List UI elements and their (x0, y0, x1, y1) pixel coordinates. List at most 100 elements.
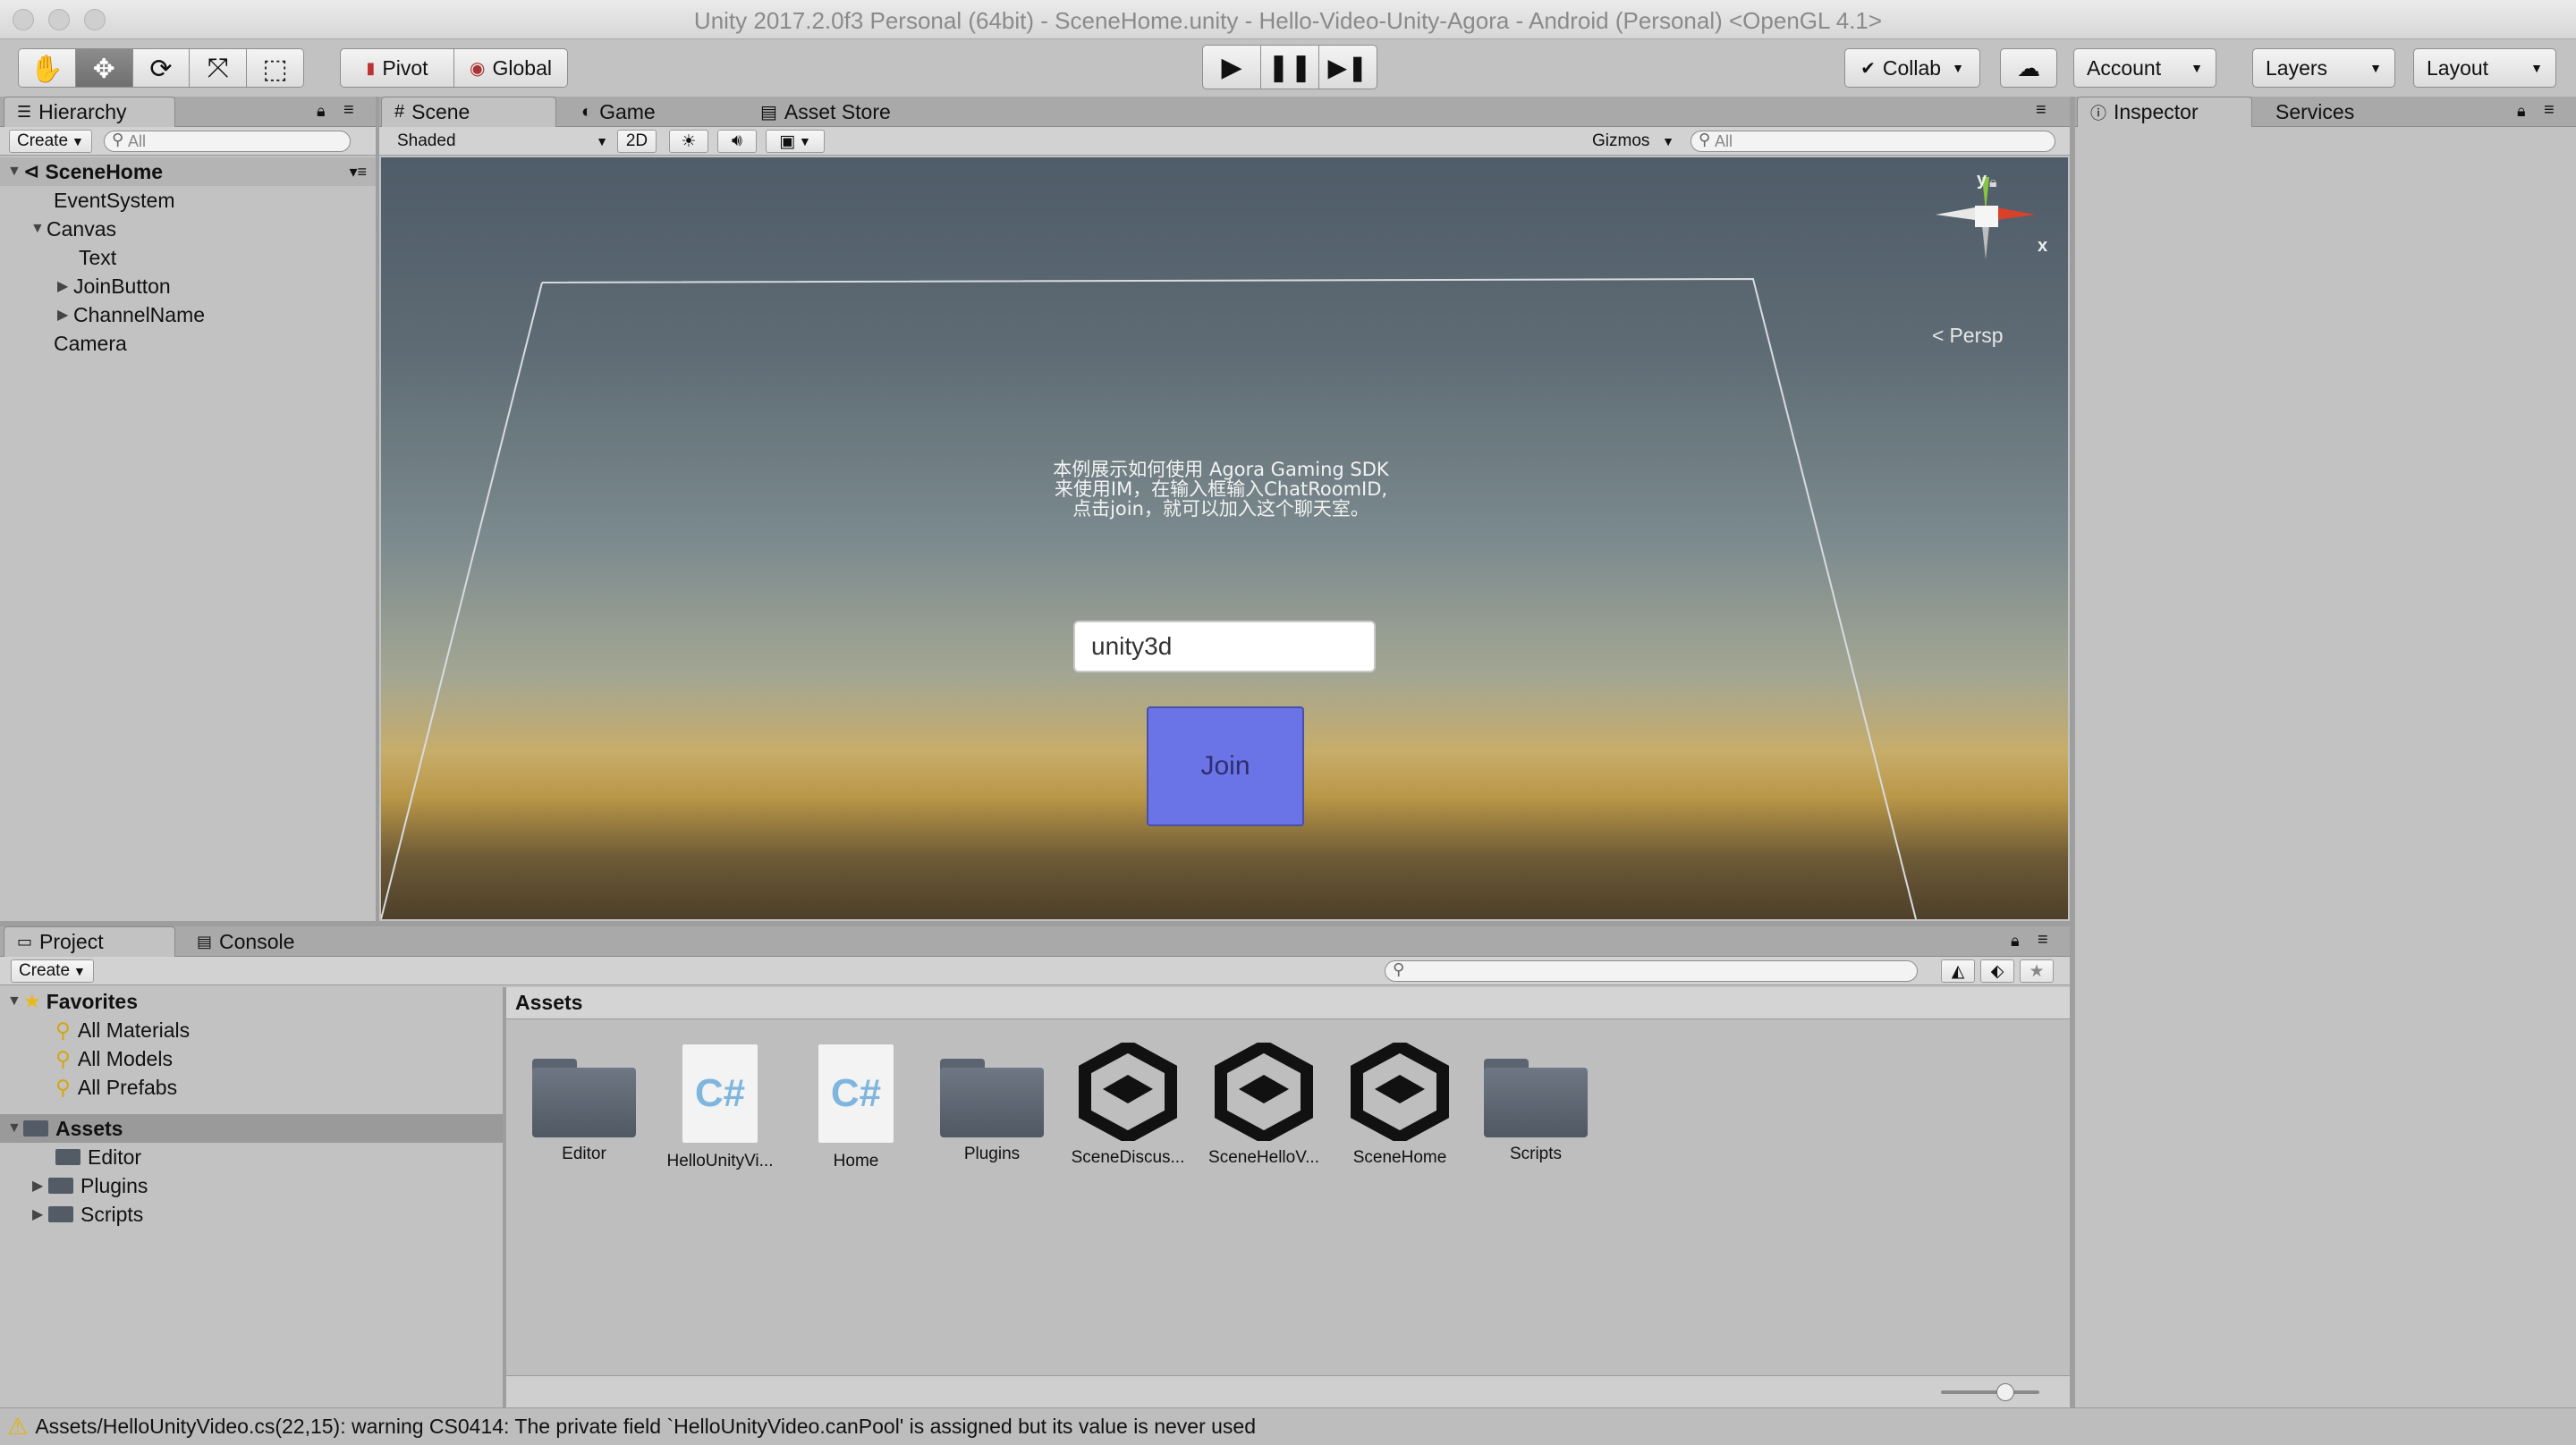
collapse-triangle-icon[interactable]: ▶ (32, 1177, 48, 1195)
checkmark-icon: ✔ (1860, 58, 1876, 79)
scene-effects-dropdown[interactable]: ▣ ▼ (766, 130, 825, 153)
asset-item-scene[interactable]: SceneHelloV... (1197, 1043, 1331, 1177)
panel-menu-icon[interactable]: ≡ (343, 100, 354, 121)
favorite-item[interactable]: ⚲ All Prefabs (0, 1073, 503, 1102)
panel-menu-icon[interactable]: ≡ (2036, 100, 2046, 121)
hierarchy-item[interactable]: ▶ ChannelName (0, 300, 376, 329)
hierarchy-item[interactable]: ▼ Canvas (0, 215, 376, 243)
gizmos-dropdown[interactable]: Gizmos ▼ (1585, 130, 1682, 153)
slider-handle[interactable] (1996, 1383, 2014, 1401)
scale-tool-button[interactable]: ⤧ (190, 49, 248, 87)
grid-icon: # (394, 102, 405, 122)
hand-icon: ✋ (30, 54, 64, 84)
tab-project[interactable]: ▭ Project (4, 926, 175, 957)
lock-icon[interactable]: 🔒︎ (2011, 932, 2020, 951)
hierarchy-search-input[interactable]: All (104, 131, 351, 152)
expand-triangle-icon[interactable]: ▼ (7, 164, 23, 180)
collapse-triangle-icon[interactable]: ▶ (32, 1205, 48, 1223)
asset-breadcrumb[interactable]: Assets (506, 987, 2070, 1019)
inspector-tabbar: ⓘ Inspector Services 🔒︎ ≡ (2075, 97, 2576, 127)
scene-lighting-toggle[interactable]: ☀ (669, 130, 708, 153)
tab-game[interactable]: ◐ Game (569, 97, 730, 127)
projection-toggle[interactable]: < Persp (1932, 324, 2004, 348)
lock-icon[interactable]: 🔒︎ (317, 102, 326, 121)
asset-item-folder[interactable]: Editor (517, 1043, 651, 1177)
favorite-item[interactable]: ⚲ All Materials (0, 1016, 503, 1044)
gizmo-lock-icon[interactable]: 🔒︎ (1989, 175, 1997, 191)
cloud-button[interactable]: ☁ (2000, 48, 2057, 88)
search-by-label-button[interactable]: ⬖ (1980, 959, 2014, 983)
move-tool-button[interactable]: ✥ (75, 49, 133, 87)
collapse-triangle-icon[interactable]: ▶ (57, 277, 73, 295)
hierarchy-item[interactable]: Camera (0, 329, 376, 358)
item-label: Plugins (80, 1173, 148, 1197)
scene-search-input[interactable]: All (1690, 131, 2055, 152)
breadcrumb-label: Assets (515, 991, 583, 1014)
global-toggle[interactable]: ◉ Global (453, 48, 568, 88)
hierarchy-item[interactable]: ▶ JoinButton (0, 272, 376, 300)
play-icon: ▶ (1221, 52, 1242, 82)
layout-dropdown[interactable]: Layout ▼ (2413, 48, 2556, 88)
folder-item[interactable]: ▶ Scripts (0, 1200, 503, 1229)
play-button[interactable]: ▶ (1202, 45, 1261, 89)
assets-node[interactable]: ▼ Assets (0, 1114, 503, 1143)
panel-menu-icon[interactable]: ≡ (2544, 100, 2555, 121)
join-button[interactable]: Join (1147, 706, 1304, 826)
layers-dropdown[interactable]: Layers ▼ (2252, 48, 2395, 88)
toggle-2d-button[interactable]: 2D (617, 130, 657, 153)
tab-scene[interactable]: # Scene (381, 97, 556, 127)
hierarchy-item[interactable]: Text (0, 243, 376, 272)
scene-orientation-gizmo[interactable] (1918, 175, 2052, 283)
rotate-tool-button[interactable]: ⟳ (132, 49, 191, 87)
channel-name-value: unity3d (1091, 632, 1173, 660)
expand-triangle-icon[interactable]: ▼ (7, 1120, 23, 1137)
scene-tabbar: # Scene ◐ Game ▤ Asset Store ≡ (379, 97, 2070, 127)
favorite-item[interactable]: ⚲ All Models (0, 1044, 503, 1073)
lock-icon[interactable]: 🔒︎ (2517, 102, 2526, 121)
favorites-node[interactable]: ▼ ★ Favorites (0, 987, 503, 1016)
tab-inspector[interactable]: ⓘ Inspector (2077, 97, 2252, 127)
shading-mode-dropdown[interactable]: Shaded ▼ (390, 130, 615, 153)
collapse-triangle-icon[interactable]: ▶ (57, 306, 73, 324)
expand-triangle-icon[interactable]: ▼ (7, 993, 23, 1010)
asset-item-script[interactable]: C# HelloUnityVi... (653, 1043, 787, 1177)
account-dropdown[interactable]: Account ▼ (2073, 48, 2216, 88)
search-by-type-button[interactable]: ◭ (1941, 959, 1975, 983)
scene-menu-icon[interactable]: ▾≡ (349, 163, 367, 182)
project-search-input[interactable] (1385, 960, 1918, 982)
tab-hierarchy[interactable]: ☰ Hierarchy (4, 97, 175, 127)
project-create-button[interactable]: Create ▼ (11, 959, 94, 983)
tab-asset-store[interactable]: ▤ Asset Store (748, 97, 945, 127)
pause-button[interactable]: ❚❚ (1260, 45, 1319, 89)
hierarchy-create-button[interactable]: Create ▼ (9, 130, 92, 153)
icon-size-slider[interactable] (1941, 1390, 2039, 1394)
folder-item[interactable]: Editor (0, 1143, 503, 1171)
rect-tool-button[interactable]: ⬚ (247, 49, 303, 87)
step-button[interactable]: ▶❚ (1318, 45, 1377, 89)
save-search-button[interactable]: ★ (2020, 959, 2054, 983)
collab-dropdown[interactable]: ✔ Collab ▼ (1844, 48, 1980, 88)
scene-root[interactable]: ▼ ⊲ SceneHome ▾≡ (0, 157, 376, 186)
asset-item-folder[interactable]: Plugins (925, 1043, 1059, 1177)
tab-console[interactable]: ▤ Console (184, 926, 336, 957)
tab-services[interactable]: Services (2263, 97, 2406, 127)
hierarchy-item[interactable]: EventSystem (0, 186, 376, 215)
asset-item-scene[interactable]: SceneDiscus... (1061, 1043, 1195, 1177)
cloud-icon: ☁ (2017, 54, 2040, 81)
expand-triangle-icon[interactable]: ▼ (30, 221, 47, 237)
item-label: All Materials (77, 1018, 191, 1042)
channel-name-input[interactable]: unity3d (1073, 621, 1376, 672)
folder-icon: ▭ (17, 933, 33, 951)
asset-item-folder[interactable]: Scripts (1469, 1043, 1603, 1177)
hand-tool-button[interactable]: ✋ (19, 49, 76, 87)
search-placeholder: All (128, 131, 147, 150)
pivot-toggle[interactable]: ▮ Pivot (340, 48, 454, 88)
panel-menu-icon[interactable]: ≡ (2038, 930, 2048, 951)
asset-item-scene[interactable]: SceneHome (1333, 1043, 1467, 1177)
search-icon: ⚲ (55, 1018, 71, 1042)
scene-audio-toggle[interactable]: 🔊︎ (717, 130, 757, 153)
status-bar[interactable]: ⚠ Assets/HelloUnityVideo.cs(22,15): warn… (0, 1407, 2576, 1445)
asset-label: Home (833, 1152, 879, 1170)
asset-item-script[interactable]: C# Home (789, 1043, 923, 1177)
folder-item[interactable]: ▶ Plugins (0, 1171, 503, 1200)
